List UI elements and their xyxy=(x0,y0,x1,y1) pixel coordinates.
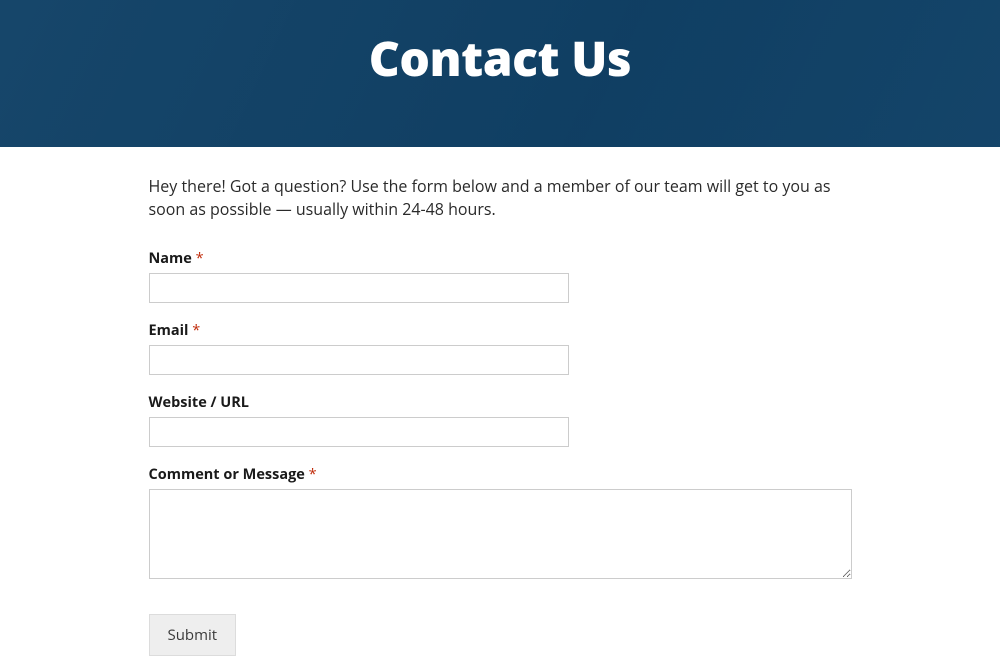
email-label: Email * xyxy=(149,321,852,340)
email-required-mark: * xyxy=(192,321,200,340)
submit-button[interactable]: Submit xyxy=(149,614,237,656)
name-required-mark: * xyxy=(196,249,204,268)
email-input[interactable] xyxy=(149,345,569,375)
name-label-text: Name xyxy=(149,249,192,268)
message-label-text: Comment or Message xyxy=(149,465,305,484)
content-container: Hey there! Got a question? Use the form … xyxy=(149,147,852,656)
contact-form: Name * Email * Website / URL Comment or … xyxy=(149,249,852,656)
name-input[interactable] xyxy=(149,273,569,303)
website-label-text: Website / URL xyxy=(149,393,250,412)
name-label: Name * xyxy=(149,249,852,268)
message-label: Comment or Message * xyxy=(149,465,852,484)
website-input[interactable] xyxy=(149,417,569,447)
email-label-text: Email xyxy=(149,321,189,340)
message-group: Comment or Message * xyxy=(149,465,852,584)
page-title: Contact Us xyxy=(369,26,631,91)
message-required-mark: * xyxy=(309,465,317,484)
email-group: Email * xyxy=(149,321,852,375)
hero-banner: Contact Us xyxy=(0,0,1000,147)
name-group: Name * xyxy=(149,249,852,303)
website-label: Website / URL xyxy=(149,393,852,412)
message-textarea[interactable] xyxy=(149,489,852,579)
website-group: Website / URL xyxy=(149,393,852,447)
intro-text: Hey there! Got a question? Use the form … xyxy=(149,175,852,221)
